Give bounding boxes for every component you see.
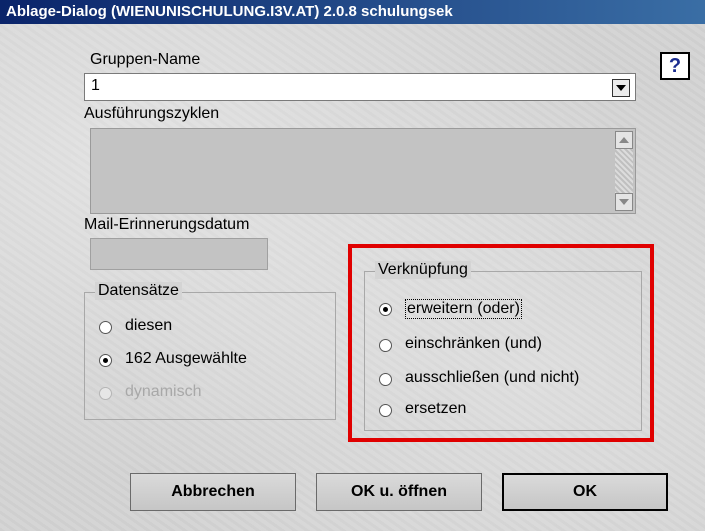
gruppen-name-label: Gruppen-Name: [90, 51, 201, 68]
radio-button-icon[interactable]: [99, 321, 112, 334]
ok-open-button[interactable]: OK u. öffnen: [316, 473, 482, 511]
radio-dynamisch: dynamisch: [99, 383, 299, 405]
gruppen-name-combobox[interactable]: 1: [84, 73, 636, 101]
radio-button-icon: [99, 387, 112, 400]
radio-label: 162 Ausgewählte: [125, 350, 247, 367]
chevron-down-icon[interactable]: [612, 79, 630, 97]
radio-label: dynamisch: [125, 383, 202, 400]
scroll-down-arrow-icon[interactable]: [615, 193, 633, 211]
gruppen-name-value: 1: [91, 77, 100, 94]
cancel-button[interactable]: Abbrechen: [130, 473, 296, 511]
ok-button[interactable]: OK: [502, 473, 668, 511]
radio-162-ausgewaehlte[interactable]: 162 Ausgewählte: [99, 350, 299, 372]
radio-button-icon[interactable]: [99, 354, 112, 367]
window-title: Ablage-Dialog (WIENUNISCHULUNG.I3V.AT) 2…: [0, 0, 705, 24]
vertical-scrollbar[interactable]: [615, 131, 633, 211]
datensaetze-group: Datensätze diesen 162 Ausgewählte dynami…: [84, 282, 336, 420]
mail-erinnerungsdatum-label: Mail-Erinnerungsdatum: [84, 216, 250, 233]
datensaetze-title: Datensätze: [95, 282, 182, 300]
scroll-up-arrow-icon[interactable]: [615, 131, 633, 149]
radio-label: diesen: [125, 317, 173, 334]
ausfuehrungszyklen-label: Ausführungszyklen: [84, 105, 220, 122]
help-button[interactable]: ?: [660, 52, 690, 80]
ablage-dialog: Ablage-Dialog (WIENUNISCHULUNG.I3V.AT) 2…: [0, 0, 705, 531]
mail-erinnerungsdatum-field[interactable]: [90, 238, 268, 270]
ausfuehrungszyklen-textarea[interactable]: [90, 128, 636, 214]
highlight-frame: [348, 244, 654, 442]
radio-diesen[interactable]: diesen: [99, 317, 299, 339]
